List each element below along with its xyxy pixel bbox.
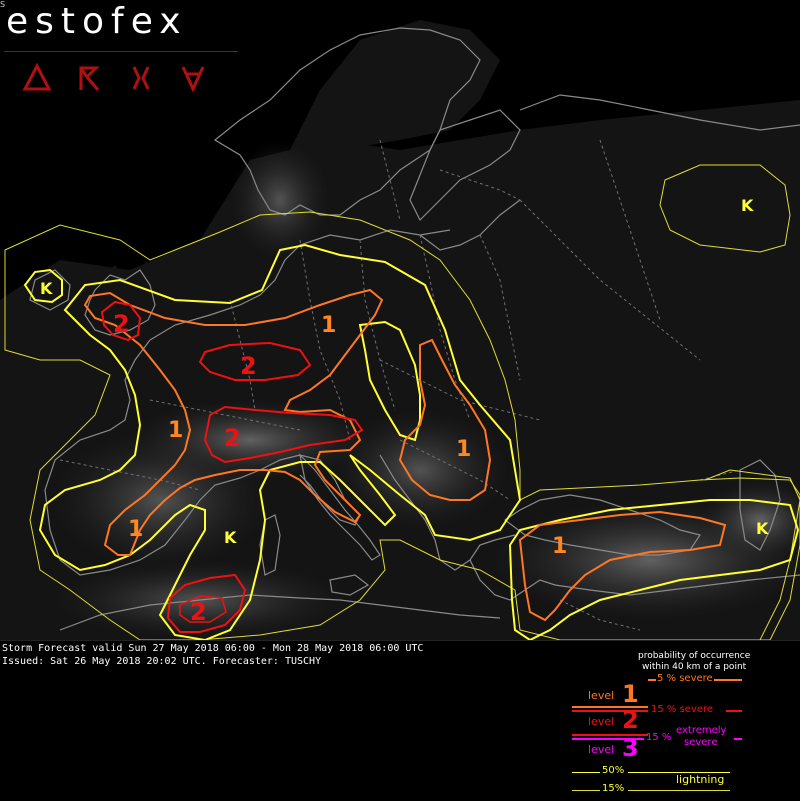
legend-level3-word: level: [588, 743, 615, 756]
europe-map: 1 1 1 1 1 2 2 2 2 K K K K: [0, 20, 800, 640]
legend-level3-pct: 15 %: [646, 732, 672, 743]
severe-wind-symbol-icon: [132, 66, 150, 90]
hail-label-ireland: K: [40, 279, 53, 298]
level2-label-alps: 2: [224, 424, 241, 452]
legend-lightning15-rule-left: [572, 790, 600, 791]
level2-label-france-north: 2: [240, 352, 257, 380]
legend-level2-pct: 15 % severe: [651, 704, 714, 715]
forecast-valid-text: Storm Forecast valid Sun 27 May 2018 06:…: [2, 643, 424, 654]
hail-label-mediterranean: K: [224, 528, 237, 547]
legend-level1-pct: 5 % severe: [657, 673, 713, 684]
forecast-issued-text: Issued: Sat 26 May 2018 20:02 UTC. Forec…: [2, 656, 322, 667]
legend-level1-word: level: [588, 689, 615, 702]
legend-level2-rule-right: [726, 710, 742, 712]
forecast-map-image: 1 1 1 1 1 2 2 2 2 K K K K S estofex Stor…: [0, 0, 800, 801]
legend-lightning50-label: 50%: [602, 765, 625, 776]
level1-label-spain: 1: [128, 517, 143, 542]
legend-lightning15-rule-right: [628, 790, 730, 791]
legend-lightning15-label: 15%: [602, 783, 625, 794]
level2-label-channel: 2: [113, 310, 130, 338]
legend-level3-desc-line1: extremely: [676, 725, 727, 736]
legend-level1-rule-right: [714, 679, 742, 681]
excessive-rain-symbol-icon: [181, 66, 205, 93]
hail-label-caucasus: K: [756, 519, 769, 538]
legend-level2-word: level: [588, 715, 615, 728]
hail-label-russia: K: [741, 196, 754, 215]
level1-label-balkans: 1: [456, 437, 471, 462]
large-hail-symbol-icon: [79, 66, 100, 91]
level1-label-turkey: 1: [552, 534, 567, 559]
level1-label-north: 1: [321, 313, 336, 338]
legend-lightning-word: lightning: [676, 773, 725, 786]
legend-level1-number: 1: [622, 680, 639, 708]
probability-legend: probability of occurrence within 40 km o…: [568, 650, 798, 798]
level1-label-france: 1: [168, 418, 183, 443]
corner-mark: S: [0, 0, 6, 9]
legend-level1-rule-left: [648, 679, 656, 681]
legend-header-line2: within 40 km of a point: [642, 662, 747, 672]
threat-symbol-row: [22, 62, 208, 94]
legend-level2-number: 2: [622, 706, 639, 734]
tornado-symbol-icon: [22, 62, 52, 91]
level2-label-north-africa: 2: [190, 598, 207, 626]
legend-level3-rule-right: [734, 738, 742, 740]
estofex-logo: estofex: [6, 1, 188, 42]
legend-level3-number: 3: [622, 734, 639, 762]
legend-header-line1: probability of occurrence: [638, 651, 751, 661]
legend-lightning50-rule-left: [572, 772, 600, 773]
logo-underline: [4, 51, 238, 52]
legend-level3-desc-line2: severe: [684, 737, 718, 748]
